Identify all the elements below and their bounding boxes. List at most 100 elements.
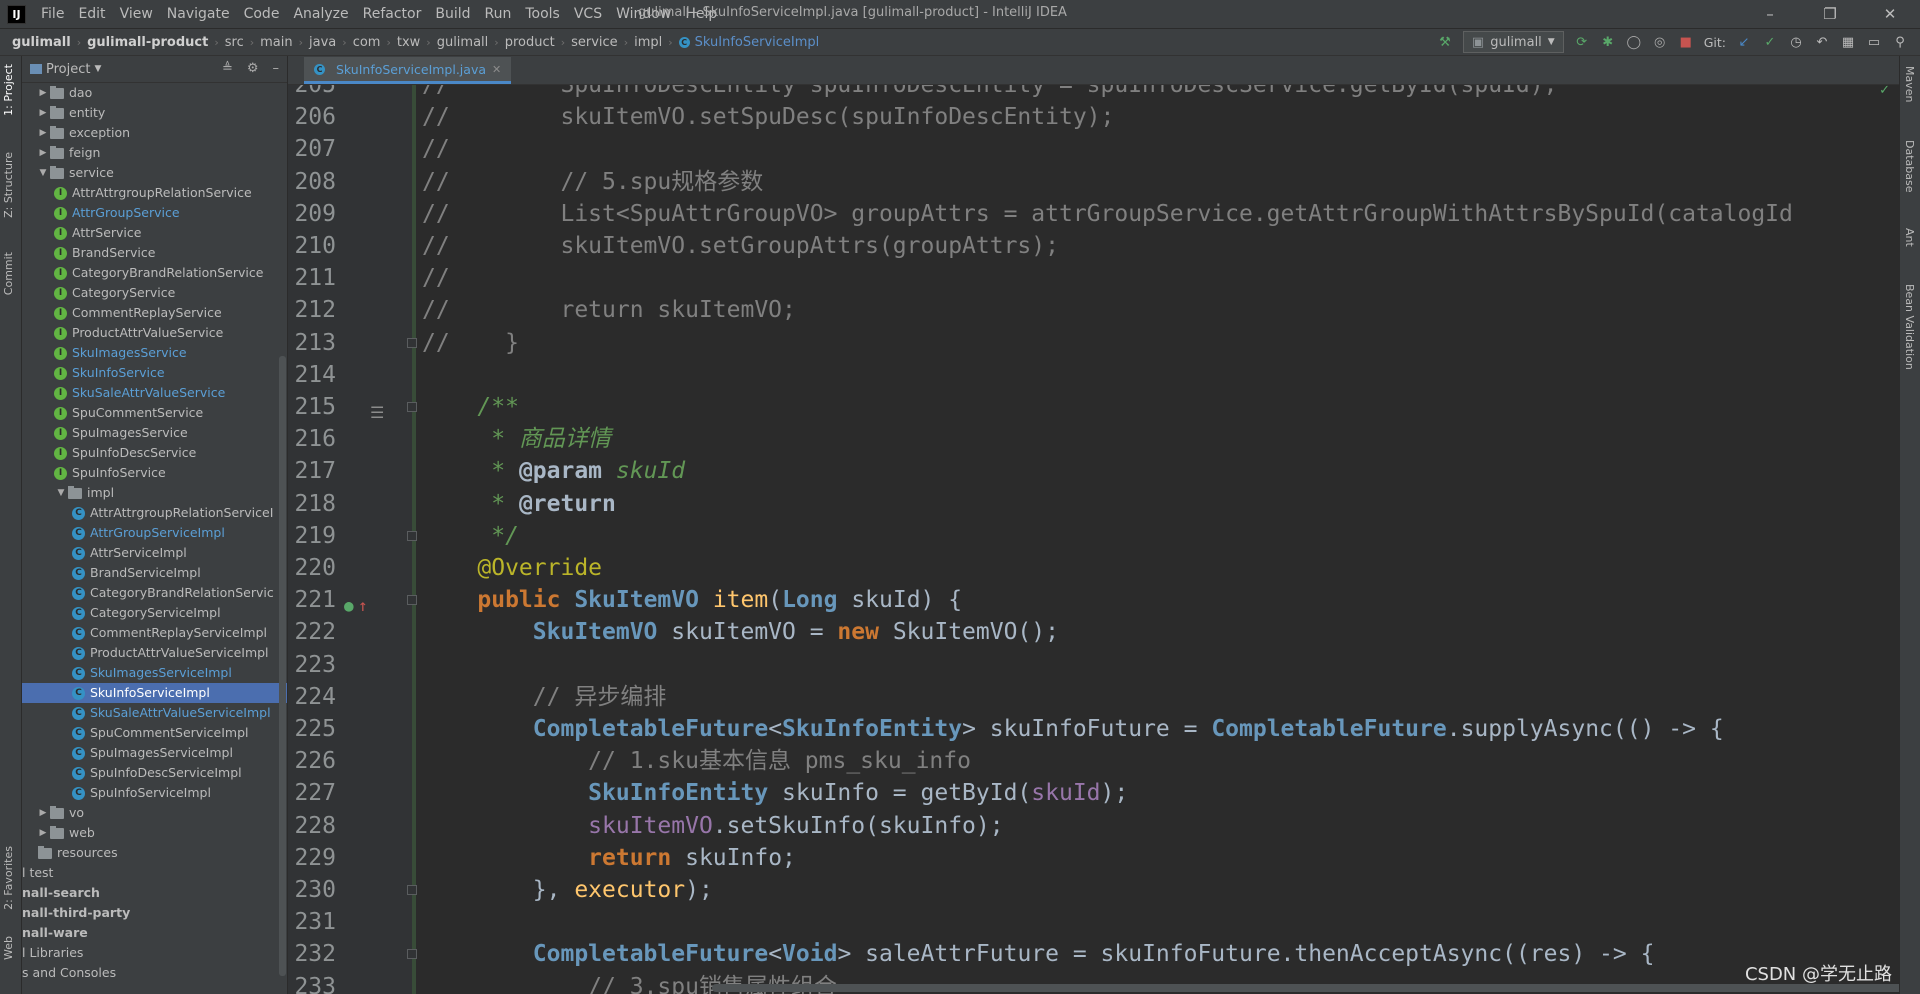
tree-item[interactable]: C SkuInfoServiceImpl [22,683,287,703]
tree-item[interactable]: nall-third-party [22,903,287,923]
tree-item[interactable]: I SkuInfoService [22,363,287,383]
coverage-icon[interactable]: ◯ [1626,34,1642,50]
fold-marker-icon[interactable] [407,337,417,348]
tree-item[interactable]: I SpuCommentService [22,403,287,423]
breadcrumb-current-class[interactable]: SkuInfoServiceImpl [695,35,820,50]
rerun-icon[interactable]: ⟳ [1574,34,1590,50]
tree-item[interactable]: C AttrGroupServiceImpl [22,523,287,543]
tree-item[interactable]: I SkuImagesService [22,343,287,363]
rollback-icon[interactable]: ↶ [1814,34,1830,50]
breadcrumb-item[interactable]: service [571,35,618,50]
tree-item[interactable]: C SpuCommentServiceImpl [22,723,287,743]
project-view-select[interactable]: Project ▼ [30,62,101,77]
panel-scrollbar[interactable] [279,356,286,976]
code-area[interactable]: 205 // SpuInfoDescEntity spuInfoDescEntit… [288,85,1920,994]
hide-panel-icon[interactable]: – [273,61,280,76]
menu-edit[interactable]: Edit [71,6,112,22]
tree-item[interactable]: C SkuSaleAttrValueServiceImpl [22,703,287,723]
tree-item[interactable]: C CommentReplayServiceImpl [22,623,287,643]
fold-marker-icon[interactable] [407,402,417,412]
menu-run[interactable]: Run [478,6,519,22]
breadcrumb-item[interactable]: impl [634,35,662,50]
search-icon[interactable]: ⚲ [1892,34,1908,50]
chevron-right-icon[interactable]: ▶ [36,83,50,103]
minimize-icon[interactable]: – [1740,0,1800,28]
tree-item[interactable]: C SkuImagesServiceImpl [22,663,287,683]
breadcrumb-item[interactable]: product [505,35,555,50]
breadcrumb-item[interactable]: src [225,35,244,50]
tree-item[interactable]: s and Consoles [22,963,287,983]
tab-web[interactable]: Web [2,936,15,960]
menu-build[interactable]: Build [428,6,477,22]
tree-item[interactable]: C SpuImagesServiceImpl [22,743,287,763]
tree-folder-feign[interactable]: ▶ feign [22,143,287,163]
chevron-right-icon[interactable]: ▶ [36,803,50,823]
breadcrumb-item[interactable]: main [260,35,292,50]
tree-item[interactable]: C CategoryServiceImpl [22,603,287,623]
fold-marker-icon[interactable] [407,885,417,895]
tree-folder-vo[interactable]: ▶ vo [22,803,287,823]
tree-folder-web[interactable]: ▶ web [22,823,287,843]
tree-item[interactable]: I AttrAttrgroupRelationService [22,183,287,203]
build-hammer-icon[interactable]: ⚒ [1437,34,1453,50]
tree-folder-resources[interactable]: resources [22,843,287,863]
chevron-right-icon[interactable]: ▶ [36,143,50,163]
tab-maven[interactable]: Maven [1903,66,1916,102]
breadcrumb-item[interactable]: gulimall-product [87,35,208,50]
fold-marker-icon[interactable] [407,949,417,960]
menu-tools[interactable]: Tools [518,6,567,22]
tab-skuinfoserviceimpl[interactable]: C SkuInfoServiceImpl.java ✕ [304,57,512,84]
tree-item[interactable]: C SpuInfoDescServiceImpl [22,763,287,783]
tree-item[interactable]: C SpuInfoServiceImpl [22,783,287,803]
tree-item[interactable]: I AttrService [22,223,287,243]
menu-analyze[interactable]: Analyze [286,6,355,22]
menu-file[interactable]: File [34,6,71,22]
tree-item[interactable]: l Libraries [22,943,287,963]
tree-item[interactable]: I CategoryService [22,283,287,303]
fold-marker-icon[interactable] [407,595,417,606]
breadcrumb-item[interactable]: com [353,35,381,50]
chevron-right-icon[interactable]: ▶ [36,823,50,843]
gear-icon[interactable]: ⚙ [247,61,259,76]
tab-commit[interactable]: Commit [2,252,15,295]
tree-item[interactable]: C AttrAttrgroupRelationServiceI [22,503,287,523]
tab-structure[interactable]: Z: Structure [2,152,15,218]
layout-icon[interactable]: ▭ [1866,34,1882,50]
debug-icon[interactable]: ✱ [1600,34,1616,50]
git-commit-icon[interactable]: ✓ [1762,34,1778,50]
fold-marker-icon[interactable] [407,530,417,541]
menu-refactor[interactable]: Refactor [356,6,429,22]
chevron-down-icon[interactable]: ▼ [54,483,68,503]
collapse-all-icon[interactable]: ≜ [222,61,233,76]
tree-item[interactable]: I SpuImagesService [22,423,287,443]
tree-item[interactable]: I SkuSaleAttrValueService [22,383,287,403]
tree-item[interactable]: I CommentReplayService [22,303,287,323]
breadcrumb-item[interactable]: java [309,35,336,50]
tree-folder-service[interactable]: ▼ service [22,163,287,183]
tree-item[interactable]: C AttrServiceImpl [22,543,287,563]
tree-folder-impl[interactable]: ▼ impl [22,483,287,503]
stop-icon[interactable]: ■ [1678,34,1694,50]
close-tab-icon[interactable]: ✕ [492,63,501,76]
tree-item[interactable]: C CategoryBrandRelationServic [22,583,287,603]
tree-item[interactable]: l test [22,863,287,883]
breadcrumb-item[interactable]: gulimall [437,35,489,50]
menu-navigate[interactable]: Navigate [160,6,237,22]
history-icon[interactable]: ◷ [1788,34,1804,50]
tab-favorites[interactable]: 2: Favorites [2,846,15,910]
run-config-select[interactable]: ▣ gulimall ▼ [1462,31,1564,53]
tree-item[interactable]: I BrandService [22,243,287,263]
tree-item[interactable]: I SpuInfoDescService [22,443,287,463]
tree-item[interactable]: C ProductAttrValueServiceImpl [22,643,287,663]
tree-item[interactable]: I SpuInfoService [22,463,287,483]
tab-bean-validation[interactable]: Bean Validation [1903,284,1916,370]
tree-folder-dao[interactable]: ▶ dao [22,83,287,103]
breadcrumb-item[interactable]: txw [397,35,420,50]
tab-project[interactable]: 1: Project [2,64,15,116]
tree-item[interactable]: nall-ware [22,923,287,943]
tree-folder-entity[interactable]: ▶ entity [22,103,287,123]
tree-folder-exception[interactable]: ▶ exception [22,123,287,143]
tree-item[interactable]: I ProductAttrValueService [22,323,287,343]
tree-item[interactable]: I AttrGroupService [22,203,287,223]
chevron-right-icon[interactable]: ▶ [36,123,50,143]
